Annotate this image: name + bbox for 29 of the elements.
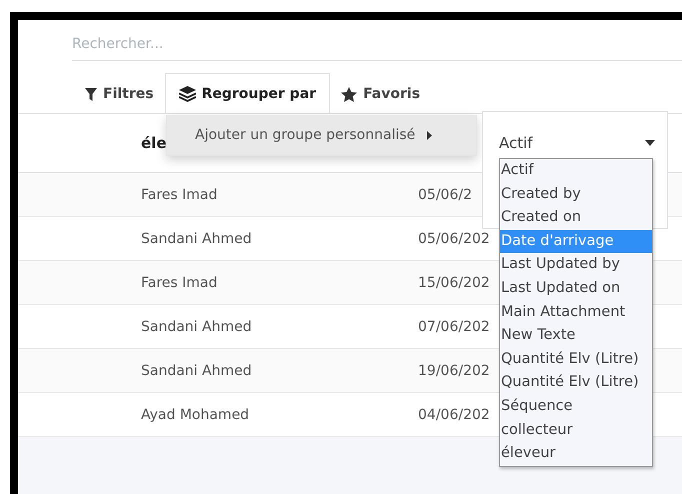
- table-cell-text: Ayad Mohamed: [141, 406, 250, 422]
- table-cell-text: Fares Imad: [141, 186, 218, 202]
- table-cell-text: Sandani Ahmed: [141, 318, 253, 334]
- dropdown-option[interactable]: Quantité Elv (Litre): [500, 371, 652, 395]
- table-cell-text: Fares Imad: [141, 274, 218, 290]
- table-cell-text: Sandani Ahmed: [141, 230, 253, 246]
- filter-icon: [85, 88, 97, 100]
- field-select[interactable]: Actif: [499, 130, 655, 156]
- search-field[interactable]: Rechercher...: [72, 28, 682, 61]
- menu-item[interactable]: Ajouter un groupe personnalisé: [167, 115, 476, 155]
- dropdown-option[interactable]: Séquence: [500, 394, 652, 419]
- table-cell: 15/06/202: [418, 274, 490, 290]
- table-cell-text: Sandani Ahmed: [141, 362, 253, 378]
- dropdown-option[interactable]: Created by: [500, 182, 652, 206]
- toolbar-tab[interactable]: Regrouper par: [164, 73, 330, 114]
- layers-icon: [178, 86, 196, 102]
- caret-icon: [645, 140, 655, 146]
- dropdown-option[interactable]: Last Updated on: [500, 276, 652, 301]
- star-icon: [341, 86, 358, 102]
- dropdown-option[interactable]: éleveur: [500, 442, 652, 466]
- dropdown-option[interactable]: Quantité Elv (Litre): [500, 348, 652, 372]
- table-cell: 05/06/202: [418, 230, 490, 246]
- dropdown-option[interactable]: New Texte: [500, 324, 652, 348]
- table-cell: 07/06/202: [418, 318, 490, 334]
- column-header: éle: [141, 134, 166, 152]
- table-cell: 04/06/202: [418, 406, 490, 422]
- table-cell: 19/06/202: [418, 362, 490, 378]
- caret-icon: [427, 130, 432, 140]
- table-cell: 05/06/2: [418, 186, 472, 202]
